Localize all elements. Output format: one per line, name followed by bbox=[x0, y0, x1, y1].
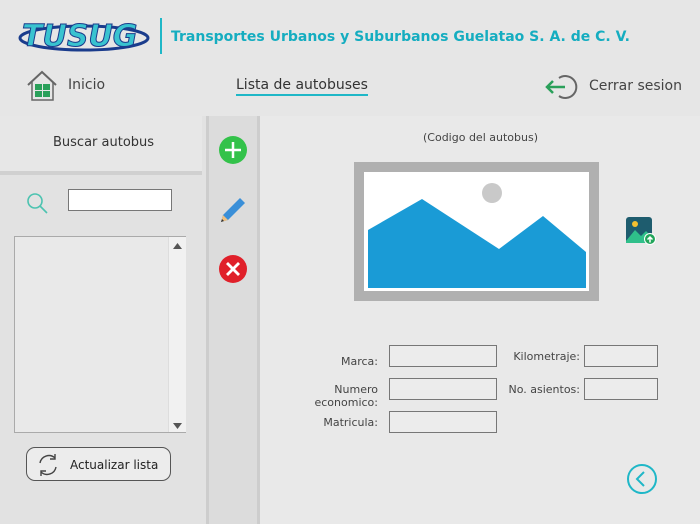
bus-listbox[interactable] bbox=[14, 236, 186, 433]
logo-text: TUSUG bbox=[22, 19, 137, 54]
asientos-field[interactable] bbox=[584, 378, 658, 400]
numero-economico-field[interactable] bbox=[389, 378, 497, 400]
matricula-field[interactable] bbox=[389, 411, 497, 433]
nav-home-label[interactable]: Inicio bbox=[68, 77, 105, 93]
matricula-label: Matricula: bbox=[323, 416, 378, 429]
marca-field[interactable] bbox=[389, 345, 497, 367]
listbox-scrollbar[interactable] bbox=[168, 237, 186, 432]
bus-code-label: (Codigo del autobus) bbox=[423, 131, 538, 144]
search-icon bbox=[25, 191, 49, 215]
add-icon[interactable] bbox=[217, 134, 249, 166]
scroll-down-icon bbox=[173, 423, 182, 429]
nav-bus-list-tab[interactable]: Lista de autobuses bbox=[236, 77, 368, 96]
logout-label[interactable]: Cerrar sesion bbox=[589, 78, 682, 94]
refresh-label[interactable]: Actualizar lista bbox=[70, 458, 158, 472]
scroll-up-icon bbox=[173, 243, 182, 249]
search-input[interactable] bbox=[68, 189, 172, 211]
upload-image-icon[interactable] bbox=[624, 215, 658, 247]
home-icon[interactable] bbox=[25, 68, 61, 102]
back-icon[interactable] bbox=[626, 463, 658, 495]
action-toolbar bbox=[206, 116, 260, 524]
asientos-label: No. asientos: bbox=[508, 383, 580, 396]
pencil-icon[interactable] bbox=[217, 194, 249, 226]
kilometraje-label: Kilometraje: bbox=[513, 350, 580, 363]
tusug-logo: TUSUG bbox=[18, 16, 150, 55]
numero-economico-label: Numero economico: bbox=[314, 383, 378, 409]
marca-label: Marca: bbox=[340, 355, 378, 368]
kilometraje-field[interactable] bbox=[584, 345, 658, 367]
refresh-icon bbox=[34, 451, 62, 479]
image-placeholder-icon bbox=[364, 172, 589, 291]
logout-icon[interactable] bbox=[545, 72, 581, 102]
company-name: Transportes Urbanos y Suburbanos Guelata… bbox=[171, 29, 630, 45]
header-divider bbox=[160, 18, 162, 54]
search-title: Buscar autobus bbox=[53, 135, 155, 150]
delete-icon[interactable] bbox=[217, 253, 249, 285]
